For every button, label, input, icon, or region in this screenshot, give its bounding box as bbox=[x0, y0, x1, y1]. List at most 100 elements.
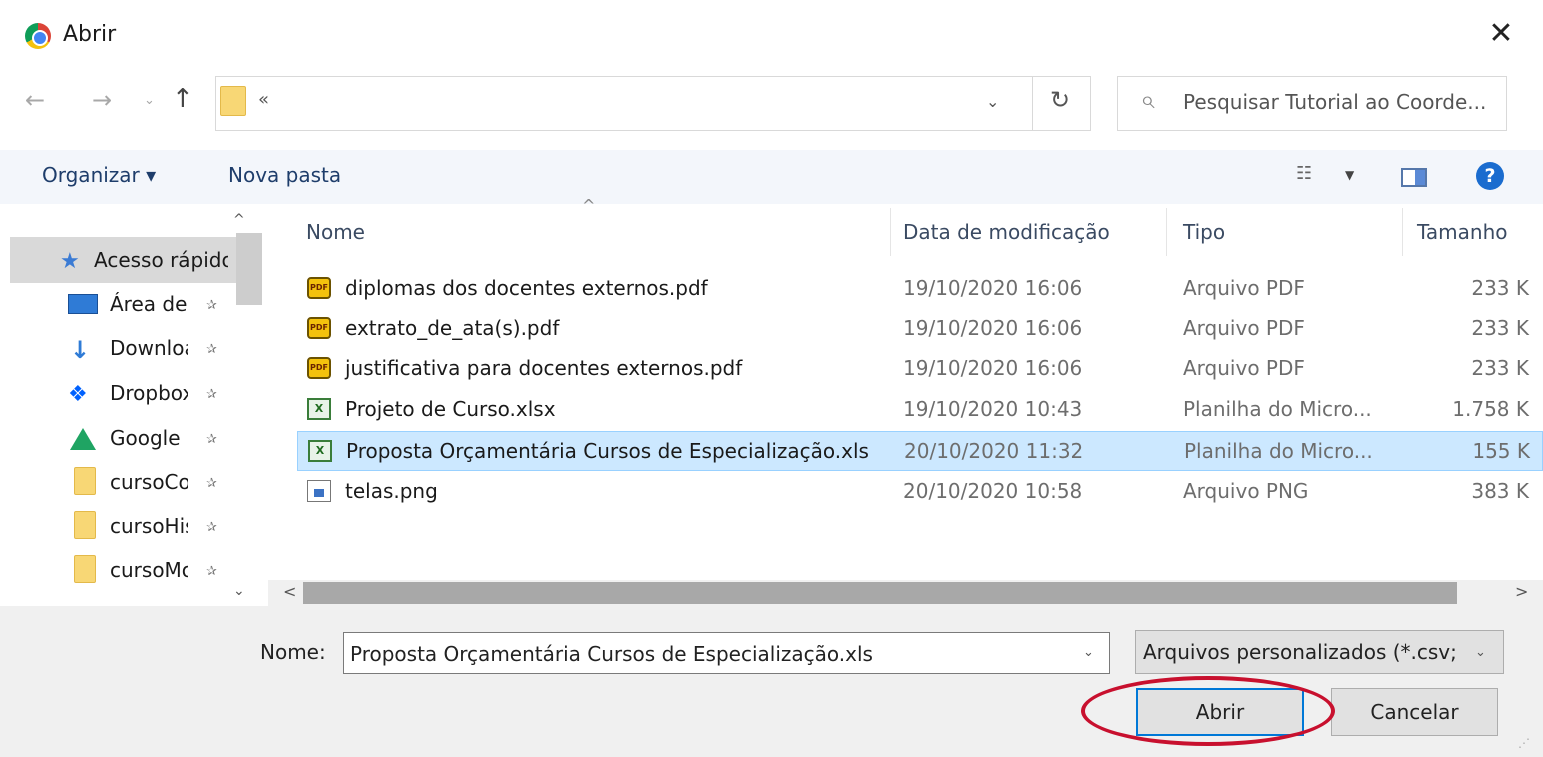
file-type: Arquivo PDF bbox=[1183, 316, 1305, 340]
folder-icon bbox=[74, 511, 96, 539]
file-modified: 19/10/2020 10:43 bbox=[903, 397, 1083, 421]
folder-icon bbox=[74, 467, 96, 495]
file-modified: 20/10/2020 10:58 bbox=[903, 479, 1083, 503]
file-size: 383 K bbox=[1471, 479, 1529, 503]
column-divider[interactable] bbox=[1402, 208, 1403, 256]
file-name: diplomas dos docentes externos.pdf bbox=[345, 276, 708, 300]
column-header-modified[interactable]: Data de modificação bbox=[903, 220, 1110, 244]
file-name: telas.png bbox=[345, 479, 438, 503]
file-size: 1.758 K bbox=[1452, 397, 1529, 421]
image-icon bbox=[307, 480, 331, 502]
divider bbox=[1032, 77, 1033, 130]
sidebar-item-label[interactable]: cursoMo bbox=[110, 558, 188, 582]
desktop-icon bbox=[68, 294, 98, 314]
sidebar-item-label[interactable]: Dropbox bbox=[110, 381, 188, 405]
file-type: Arquivo PDF bbox=[1183, 276, 1305, 300]
nav-scroll-down-icon[interactable]: ⌄ bbox=[233, 583, 245, 599]
file-row[interactable]: PDF extrato_de_ata(s).pdf 19/10/2020 16:06… bbox=[297, 309, 1543, 349]
help-icon[interactable]: ? bbox=[1476, 162, 1504, 190]
folder-icon bbox=[74, 555, 96, 583]
preview-pane-icon[interactable] bbox=[1401, 168, 1427, 187]
view-options-icon[interactable]: ☷ bbox=[1296, 163, 1312, 184]
column-divider[interactable] bbox=[1166, 208, 1167, 256]
chevron-down-icon[interactable]: ⌄ bbox=[1083, 645, 1094, 660]
pin-icon[interactable]: ✰ bbox=[206, 342, 217, 357]
star-icon: ★ bbox=[60, 249, 80, 274]
forward-arrow-icon[interactable]: → bbox=[92, 86, 112, 114]
file-name: Projeto de Curso.xlsx bbox=[345, 397, 556, 421]
pin-icon[interactable]: ✰ bbox=[206, 432, 217, 447]
folder-icon bbox=[220, 86, 246, 116]
file-modified: 20/10/2020 11:32 bbox=[904, 439, 1084, 463]
pin-icon[interactable]: ✰ bbox=[206, 520, 217, 535]
file-row[interactable]: PDF justificativa para docentes externos.… bbox=[297, 349, 1543, 389]
sort-ascending-icon: ^ bbox=[582, 196, 596, 215]
file-name: extrato_de_ata(s).pdf bbox=[345, 316, 560, 340]
file-row[interactable]: PDF diplomas dos docentes externos.pdf 19/… bbox=[297, 269, 1543, 309]
sidebar-item-label[interactable]: Acesso rápido bbox=[94, 248, 228, 272]
excel-icon: X bbox=[307, 398, 331, 420]
scroll-left-icon[interactable]: < bbox=[283, 582, 296, 601]
title-bar bbox=[0, 0, 1543, 70]
search-input[interactable]: Pesquisar Tutorial ao Coorde... bbox=[1183, 90, 1486, 114]
sidebar-item-label[interactable]: Google D bbox=[110, 426, 188, 450]
column-header-name[interactable]: Nome bbox=[306, 220, 365, 244]
pdf-icon: PDF bbox=[307, 317, 331, 339]
sidebar-item-label[interactable]: Downloa bbox=[110, 336, 188, 360]
close-icon[interactable]: ✕ bbox=[1486, 16, 1516, 52]
file-row[interactable]: telas.png 20/10/2020 10:58 Arquivo PNG 383 … bbox=[297, 472, 1543, 512]
dropbox-icon: ❖ bbox=[68, 382, 88, 407]
chevron-down-icon[interactable]: ⌄ bbox=[986, 92, 999, 111]
pdf-icon: PDF bbox=[307, 357, 331, 379]
address-bar[interactable] bbox=[215, 76, 1091, 131]
chevron-down-icon[interactable]: ⌄ bbox=[1475, 645, 1486, 660]
file-name: justificativa para docentes externos.pdf bbox=[345, 356, 743, 380]
up-arrow-icon[interactable]: ↑ bbox=[172, 84, 194, 114]
filename-value[interactable]: Proposta Orçamentária Cursos de Especial… bbox=[350, 642, 873, 666]
filename-label: Nome: bbox=[260, 640, 326, 664]
column-header-size[interactable]: Tamanho bbox=[1417, 220, 1508, 244]
back-arrow-icon[interactable]: ← bbox=[25, 86, 45, 114]
chrome-icon bbox=[25, 23, 51, 49]
file-size: 233 K bbox=[1471, 316, 1529, 340]
sidebar-item-label[interactable]: cursoHis bbox=[110, 514, 188, 538]
organize-button[interactable]: Organizar ▾ bbox=[42, 163, 156, 187]
file-row[interactable]: X Projeto de Curso.xlsx 19/10/2020 10:43 Pl… bbox=[297, 390, 1543, 430]
scroll-right-icon[interactable]: > bbox=[1515, 582, 1528, 601]
view-dropdown-icon[interactable]: ▼ bbox=[1345, 168, 1354, 182]
file-row[interactable]: X Proposta Orçamentária Cursos de Especia… bbox=[297, 431, 1543, 471]
refresh-icon[interactable]: ↻ bbox=[1050, 86, 1070, 114]
pin-icon[interactable]: ✰ bbox=[206, 298, 217, 313]
recent-locations-icon[interactable]: ⌄ bbox=[144, 93, 155, 108]
filetype-value[interactable]: Arquivos personalizados (*.csv; bbox=[1143, 640, 1473, 664]
window-title: Abrir bbox=[63, 22, 117, 47]
scrollbar-thumb[interactable] bbox=[303, 582, 1457, 604]
new-folder-button[interactable]: Nova pasta bbox=[228, 163, 341, 187]
sidebar-item-label[interactable]: Área de bbox=[110, 292, 188, 316]
pin-icon[interactable]: ✰ bbox=[206, 476, 217, 491]
cancel-button[interactable]: Cancelar bbox=[1331, 688, 1498, 736]
file-type: Planilha do Micro... bbox=[1183, 397, 1372, 421]
file-type: Arquivo PNG bbox=[1183, 479, 1309, 503]
file-size: 233 K bbox=[1471, 356, 1529, 380]
file-size: 233 K bbox=[1471, 276, 1529, 300]
file-modified: 19/10/2020 16:06 bbox=[903, 276, 1083, 300]
breadcrumb-overflow[interactable]: « bbox=[258, 89, 269, 110]
pin-icon[interactable]: ✰ bbox=[206, 564, 217, 579]
highlight-annotation bbox=[1081, 676, 1335, 746]
file-modified: 19/10/2020 16:06 bbox=[903, 356, 1083, 380]
pin-icon[interactable]: ✰ bbox=[206, 387, 217, 402]
sidebar-item-label[interactable]: cursoCoı bbox=[110, 470, 188, 494]
column-header-type[interactable]: Tipo bbox=[1183, 220, 1225, 244]
nav-scrollbar-thumb[interactable] bbox=[236, 233, 262, 305]
nav-scroll-up-icon[interactable]: ^ bbox=[233, 212, 245, 228]
search-icon: ⌕ bbox=[1140, 85, 1155, 115]
file-type: Planilha do Micro... bbox=[1184, 439, 1373, 463]
excel-icon: X bbox=[308, 440, 332, 462]
pdf-icon: PDF bbox=[307, 277, 331, 299]
resize-grip-icon[interactable]: ⋰ bbox=[1518, 736, 1530, 750]
column-divider[interactable] bbox=[890, 208, 891, 256]
file-modified: 19/10/2020 16:06 bbox=[903, 316, 1083, 340]
file-name: Proposta Orçamentária Cursos de Especial… bbox=[346, 439, 869, 463]
file-size: 155 K bbox=[1472, 439, 1530, 463]
